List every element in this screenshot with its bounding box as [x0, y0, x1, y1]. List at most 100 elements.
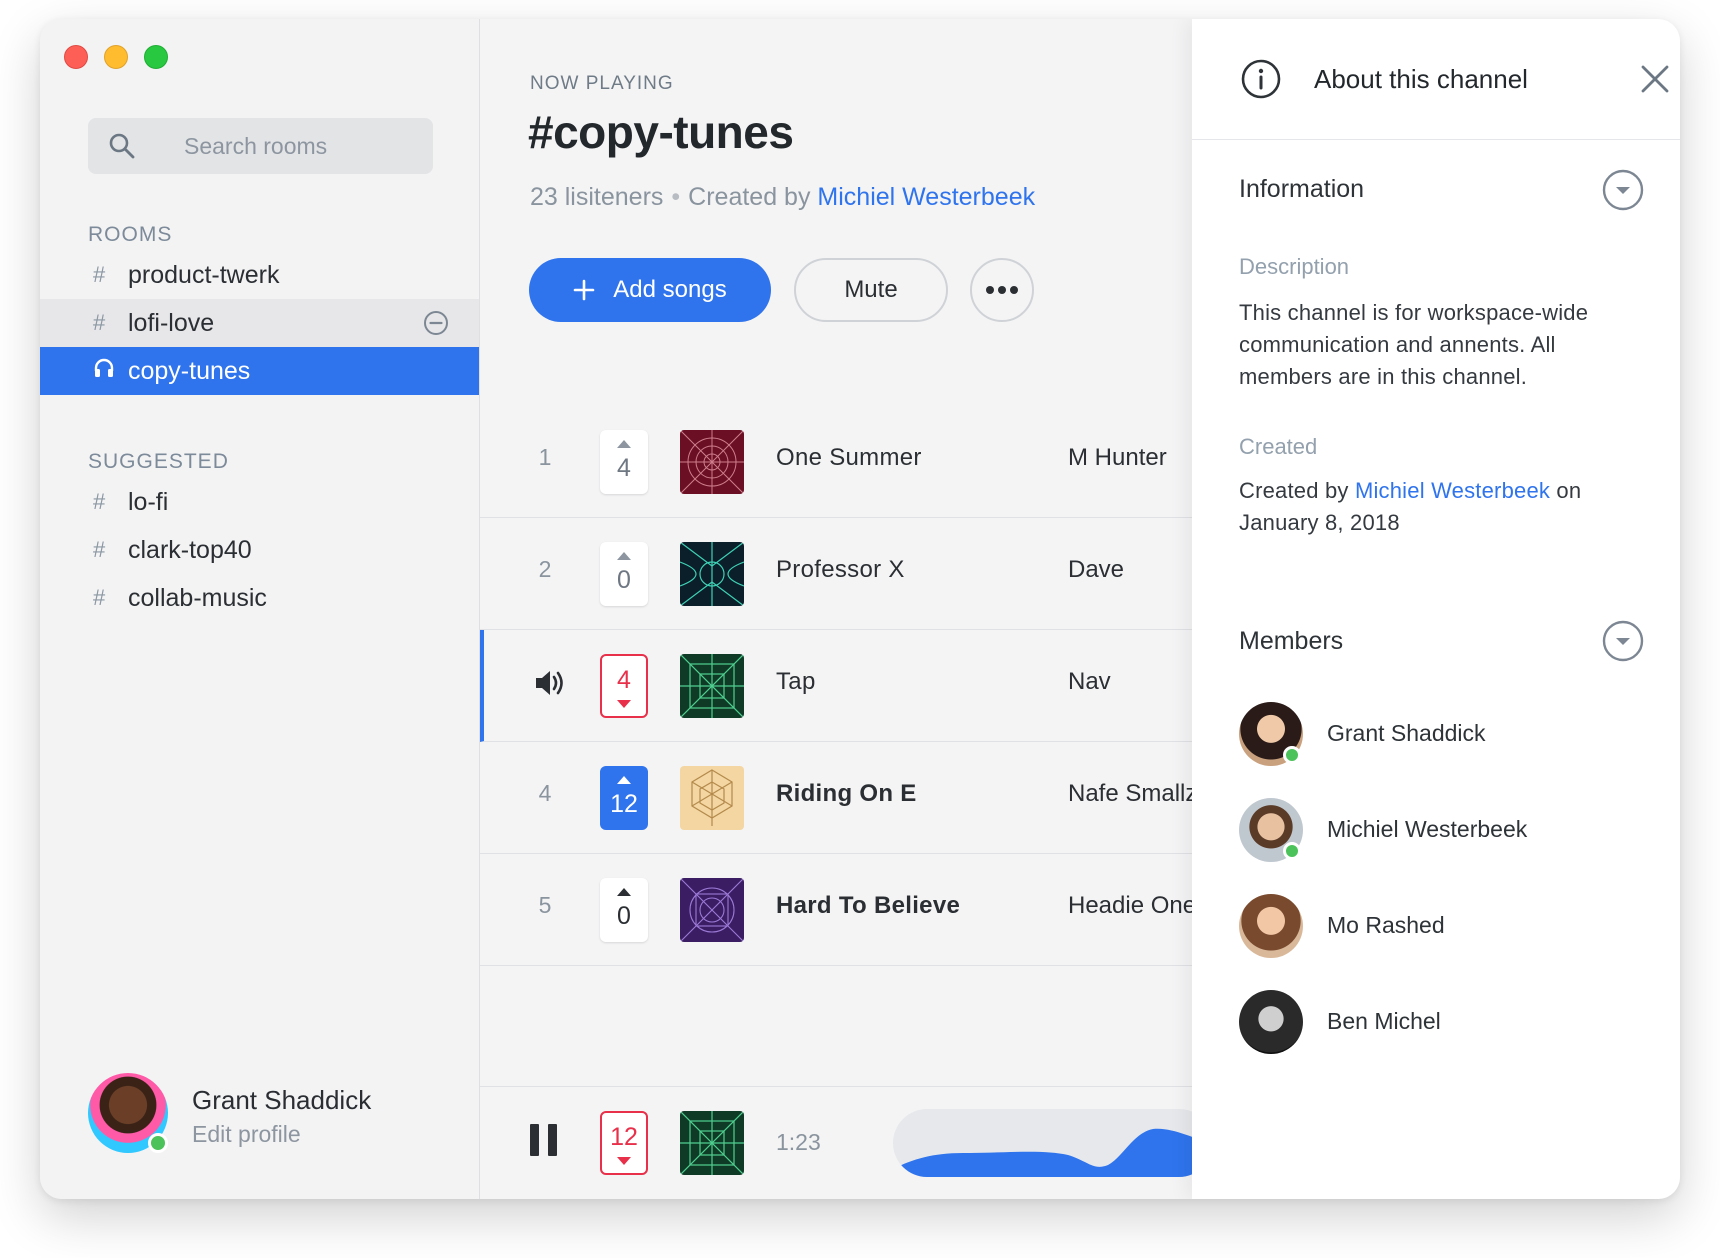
search-input[interactable]	[182, 131, 426, 161]
track-artist: Headie One	[1068, 892, 1197, 919]
search-box[interactable]	[88, 118, 433, 174]
panel-title: About this channel	[1314, 64, 1528, 94]
main-content: NOW PLAYING #copy-tunes 23 lisiteners • Cr…	[480, 19, 1213, 1199]
room-label: lo-fi	[128, 487, 169, 516]
window-close-button[interactable]	[64, 45, 88, 69]
track-number: 4	[538, 780, 552, 806]
downvote-button[interactable]: 4	[600, 654, 648, 718]
avatar	[1239, 990, 1303, 1054]
track-number: 5	[538, 892, 552, 918]
member-item[interactable]: Michiel Westerbeek	[1239, 798, 1659, 862]
hash-icon: #	[93, 537, 106, 562]
room-label: copy-tunes	[128, 356, 251, 385]
leave-room-icon[interactable]	[423, 310, 449, 336]
member-item[interactable]: Grant Shaddick	[1239, 702, 1659, 766]
headphones-icon	[93, 357, 128, 385]
vote-count: 12	[610, 1123, 638, 1151]
album-art	[680, 542, 744, 606]
window-controls	[64, 45, 168, 69]
album-art	[680, 878, 744, 942]
meta-separator: •	[671, 183, 681, 211]
upvote-button[interactable]: 0	[600, 542, 648, 606]
window-zoom-button[interactable]	[144, 45, 168, 69]
track-row[interactable]: 4 12 Riding On E Nafe Smallz	[480, 742, 1197, 854]
track-row[interactable]: 2 0 Professor X Dave	[480, 518, 1192, 630]
vote-count: 0	[617, 902, 631, 930]
online-indicator	[148, 1133, 168, 1153]
member-item[interactable]: Ben Michel	[1239, 990, 1659, 1054]
more-options-button[interactable]	[970, 258, 1034, 322]
track-number: 1	[538, 444, 552, 470]
created-prefix: Created by	[1239, 478, 1349, 503]
mute-button[interactable]: Mute	[794, 258, 948, 322]
hash-icon: #	[93, 262, 106, 287]
member-item[interactable]: Mo Rashed	[1239, 894, 1659, 958]
vote-count: 0	[617, 566, 631, 594]
suggested-item-clark-top40[interactable]: # clark-top40	[40, 526, 479, 574]
pause-button[interactable]	[530, 1124, 558, 1156]
track-title: Professor X	[776, 556, 905, 583]
album-art	[680, 654, 744, 718]
track-title: Tap	[776, 668, 816, 695]
album-art	[680, 430, 744, 494]
room-label: clark-top40	[128, 535, 252, 564]
hash-icon: #	[93, 585, 106, 610]
add-songs-button[interactable]: Add songs	[529, 258, 771, 322]
upvote-button[interactable]: 0	[600, 878, 648, 942]
speaker-icon	[536, 671, 563, 695]
more-icon	[986, 286, 1018, 294]
channel-info-panel: About this channel Information Descripti…	[1192, 19, 1680, 1199]
track-number: 2	[538, 556, 552, 582]
room-label: collab-music	[128, 583, 267, 612]
hash-icon: #	[93, 489, 106, 514]
created-label: Created	[1239, 434, 1318, 459]
vote-count: 4	[617, 666, 631, 694]
creator-link[interactable]: Michiel Westerbeek	[817, 183, 1035, 211]
track-title: Hard To Believe	[776, 892, 961, 919]
chevron-down-icon[interactable]	[1602, 169, 1644, 211]
track-artist: Nafe Smallz	[1068, 780, 1198, 807]
avatar	[1239, 894, 1303, 958]
album-art	[680, 1111, 744, 1175]
track-row[interactable]: 1 4 One Summer M Hunter	[480, 406, 1192, 518]
now-playing-label: NOW PLAYING	[530, 73, 674, 94]
track-row[interactable]: 5 0 Hard To Believe Headie One	[480, 854, 1196, 966]
room-item-product-twerk[interactable]: # product-twerk	[40, 251, 479, 299]
room-label: product-twerk	[128, 260, 280, 289]
arrow-up-icon	[617, 440, 631, 448]
close-icon[interactable]	[1640, 64, 1670, 94]
suggested-item-lo-fi[interactable]: # lo-fi	[40, 478, 479, 526]
suggested-section-label: SUGGESTED	[88, 450, 229, 473]
chevron-down-icon[interactable]	[1602, 620, 1644, 662]
downvote-button[interactable]: 12	[600, 1111, 648, 1175]
track-artist: Dave	[1068, 556, 1125, 583]
information-section-title: Information	[1239, 175, 1365, 203]
playback-time: 1:23	[776, 1129, 821, 1155]
room-item-copy-tunes[interactable]: copy-tunes	[40, 347, 479, 395]
info-icon	[1241, 59, 1281, 99]
created-text: Created by Michiel Westerbeek on January…	[1239, 475, 1649, 539]
description-text: This channel is for workspace-wide commu…	[1239, 300, 1589, 389]
panel-header: About this channel	[1192, 19, 1680, 140]
upvote-button[interactable]: 4	[600, 430, 648, 494]
upvote-button[interactable]: 12	[600, 766, 648, 830]
track-artist: Nav	[1068, 668, 1111, 695]
track-artist: M Hunter	[1068, 444, 1167, 471]
listener-count: 23 lisiteners	[530, 183, 664, 211]
track-row-playing[interactable]: 4 Tap Nav	[480, 630, 1192, 742]
created-by-link[interactable]: Michiel Westerbeek	[1355, 478, 1550, 503]
search-icon	[109, 133, 135, 159]
plus-icon	[573, 279, 595, 301]
track-title: One Summer	[776, 444, 922, 471]
window-minimize-button[interactable]	[104, 45, 128, 69]
suggested-item-collab-music[interactable]: # collab-music	[40, 574, 479, 622]
profile-name: Grant Shaddick	[192, 1085, 372, 1115]
room-item-lofi-love[interactable]: # lofi-love	[40, 299, 479, 347]
edit-profile-link[interactable]: Edit profile	[192, 1121, 301, 1148]
online-indicator	[1283, 842, 1301, 860]
member-name: Ben Michel	[1327, 1008, 1441, 1034]
waveform-progress[interactable]	[893, 1109, 1213, 1177]
app-window: ROOMS # product-twerk # lofi-love copy-t…	[40, 19, 1680, 1199]
player-bar: 12 1:23	[480, 1086, 1213, 1199]
room-label: lofi-love	[128, 308, 215, 337]
